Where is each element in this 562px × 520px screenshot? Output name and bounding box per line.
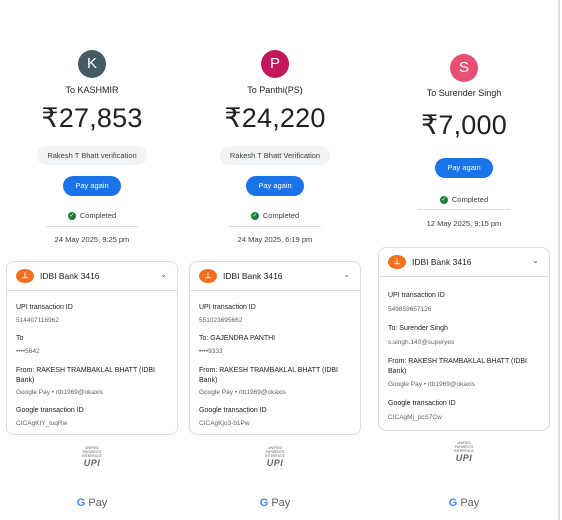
- upi-transaction-id-label: UPI transaction ID: [388, 292, 445, 299]
- upi-logo-subtitle: UNIFIED PAYMENTS INTERFACE: [265, 446, 285, 458]
- bank-name: IDBI Bank 3416: [412, 257, 472, 267]
- receipt-kashmir: K To KASHMIR ₹27,853 Rakesh T Bhatt veri…: [6, 0, 178, 520]
- page-edge-divider: [558, 0, 560, 520]
- upi-logo-text: UPI: [266, 458, 284, 468]
- pay-again-button[interactable]: Pay again: [246, 176, 304, 196]
- verification-note: Rakesh T Bhatt Verification: [219, 146, 331, 165]
- avatar: S: [450, 54, 478, 82]
- amount: ₹27,853: [41, 103, 143, 133]
- to-detail: ••••5642: [16, 348, 40, 355]
- transaction-details-card: ⊥ IDBI Bank 3416 ⌄ UPI transaction ID 51…: [6, 261, 178, 435]
- google-g-icon: G: [76, 497, 86, 509]
- check-icon: ✓: [439, 196, 448, 205]
- google-transaction-id-label: Google transaction ID: [199, 407, 267, 414]
- google-transaction-id-label: Google transaction ID: [16, 407, 84, 414]
- google-pay-logo: G Pay: [189, 497, 361, 509]
- recipient-label: To Surender Singh: [426, 88, 502, 98]
- status-label: Completed: [79, 211, 117, 220]
- idbi-bank-logo-icon: ⊥: [16, 269, 34, 283]
- gpay-text: Pay: [271, 497, 291, 509]
- upi-transaction-id: 551023695662: [199, 317, 243, 324]
- google-transaction-id: CICAgMj_pcS7Cw: [388, 414, 442, 421]
- upi-logo-subtitle: UNIFIED PAYMENTS INTERFACE: [454, 441, 474, 453]
- chevron-down-icon[interactable]: ⌄: [160, 270, 167, 279]
- bank-account-header[interactable]: ⊥ IDBI Bank 3416 ⌄: [190, 262, 360, 291]
- verification-note: Rakesh T Bhatt verification: [37, 146, 147, 165]
- divider: [46, 226, 138, 227]
- upi-logo-text: UPI: [455, 453, 473, 463]
- transaction-details-card: ⊥ IDBI Bank 3416 ⌄ UPI transaction ID 54…: [378, 247, 550, 431]
- google-pay-logo: G Pay: [378, 497, 550, 509]
- from-label: From: RAKESH TRAMBAKLAL BHATT (IDBI Bank…: [16, 367, 155, 384]
- transaction-datetime: 24 May 2025, 6:19 pm: [237, 235, 313, 244]
- amount: ₹7,000: [421, 110, 507, 140]
- transaction-datetime: 12 May 2025, 9:15 pm: [426, 219, 502, 228]
- idbi-bank-logo-icon: ⊥: [199, 269, 217, 283]
- to-label: To: GAJENDRA PANTHI: [199, 335, 276, 342]
- divider: [229, 226, 321, 227]
- from-label: From: RAKESH TRAMBAKLAL BHATT (IDBI Bank…: [199, 367, 338, 384]
- google-pay-logo: G Pay: [6, 497, 178, 509]
- bank-name: IDBI Bank 3416: [40, 271, 100, 281]
- upi-logo-subtitle: UNIFIED PAYMENTS INTERFACE: [82, 446, 102, 458]
- upi-transaction-id: 514407116962: [16, 317, 59, 324]
- status-label: Completed: [262, 211, 300, 220]
- avatar: P: [261, 50, 289, 78]
- check-icon: ✓: [67, 212, 76, 221]
- google-g-icon: G: [259, 497, 269, 509]
- to-detail: s.singh.140@superyes: [388, 339, 455, 346]
- recipient-label: To Panthi(PS): [247, 85, 303, 95]
- amount: ₹24,220: [224, 103, 326, 133]
- upi-logo-text: UPI: [83, 458, 101, 468]
- upi-transaction-id-label: UPI transaction ID: [199, 304, 256, 311]
- upi-transaction-id: 549859657126: [388, 306, 432, 313]
- upi-logo: UNIFIED PAYMENTS INTERFACE UPI: [448, 441, 480, 463]
- from-label: From: RAKESH TRAMBAKLAL BHATT (IDBI Bank…: [388, 358, 527, 375]
- google-transaction-id: CICAgKIY_luqRw: [16, 420, 68, 427]
- gpay-text: Pay: [460, 497, 480, 509]
- to-label: To: [16, 335, 24, 342]
- google-transaction-id: CICAgKjo3-b1Pw: [199, 420, 250, 427]
- receipt-surender-singh: S To Surender Singh ₹7,000 Pay again ✓ Co…: [378, 0, 550, 520]
- to-label: To: Surender Singh: [388, 325, 448, 332]
- from-detail: Google Pay • rtb1969@okaxis: [16, 389, 103, 396]
- bank-account-header[interactable]: ⊥ IDBI Bank 3416 ⌄: [379, 248, 549, 277]
- pay-again-button[interactable]: Pay again: [63, 176, 121, 196]
- gpay-text: Pay: [88, 497, 108, 509]
- pay-again-button[interactable]: Pay again: [435, 158, 493, 178]
- chevron-down-icon[interactable]: ⌄: [343, 270, 350, 279]
- google-transaction-id-label: Google transaction ID: [388, 400, 456, 407]
- transaction-details-card: ⊥ IDBI Bank 3416 ⌄ UPI transaction ID 55…: [189, 261, 361, 435]
- bank-account-header[interactable]: ⊥ IDBI Bank 3416 ⌄: [7, 262, 177, 291]
- divider: [418, 209, 510, 210]
- google-g-icon: G: [448, 497, 458, 509]
- transaction-datetime: 24 May 2025, 9:25 pm: [54, 235, 130, 244]
- upi-logo: UNIFIED PAYMENTS INTERFACE UPI: [259, 446, 291, 468]
- check-icon: ✓: [250, 212, 259, 221]
- receipt-panthi: P To Panthi(PS) ₹24,220 Rakesh T Bhatt V…: [189, 0, 361, 520]
- upi-logo: UNIFIED PAYMENTS INTERFACE UPI: [76, 446, 108, 468]
- recipient-label: To KASHMIR: [65, 85, 119, 95]
- to-detail: ••••9333: [199, 348, 223, 355]
- from-detail: Google Pay • rtb1969@okaxis: [199, 389, 286, 396]
- chevron-down-icon[interactable]: ⌄: [532, 256, 539, 265]
- status-label: Completed: [451, 195, 489, 204]
- bank-name: IDBI Bank 3416: [223, 271, 283, 281]
- from-detail: Google Pay • rtb1969@okaxis: [388, 381, 475, 388]
- upi-transaction-id-label: UPI transaction ID: [16, 304, 73, 311]
- idbi-bank-logo-icon: ⊥: [388, 255, 406, 269]
- avatar: K: [78, 50, 106, 78]
- status-completed: ✓ Completed: [189, 211, 361, 221]
- status-completed: ✓ Completed: [378, 195, 550, 205]
- status-completed: ✓ Completed: [6, 211, 178, 221]
